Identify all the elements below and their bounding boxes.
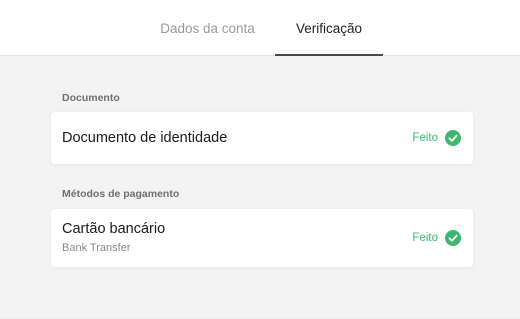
card-title: Documento de identidade: [62, 130, 228, 146]
active-tab-indicator: [275, 54, 383, 56]
check-circle-icon: [445, 230, 461, 246]
document-card[interactable]: Documento de identidade Feito: [51, 112, 473, 164]
check-circle-icon: [445, 130, 461, 146]
bank-card-card[interactable]: Cartão bancário Bank Transfer Feito: [51, 209, 473, 267]
status-text: Feito: [412, 232, 438, 244]
tab-bar: Dados da conta Verificação: [0, 0, 520, 56]
section-title-document: Documento: [62, 92, 120, 104]
status-text: Feito: [412, 132, 438, 144]
tab-verification[interactable]: Verificação: [275, 0, 383, 56]
verification-panel: Documento Documento de identidade Feito …: [0, 57, 520, 319]
card-subtitle: Bank Transfer: [62, 242, 131, 254]
tab-account-details[interactable]: Dados da conta: [140, 0, 275, 56]
section-title-payment-methods: Métodos de pagamento: [62, 188, 180, 200]
status-badge: Feito: [412, 130, 461, 146]
status-badge: Feito: [412, 230, 461, 246]
card-title: Cartão bancário: [62, 221, 166, 237]
